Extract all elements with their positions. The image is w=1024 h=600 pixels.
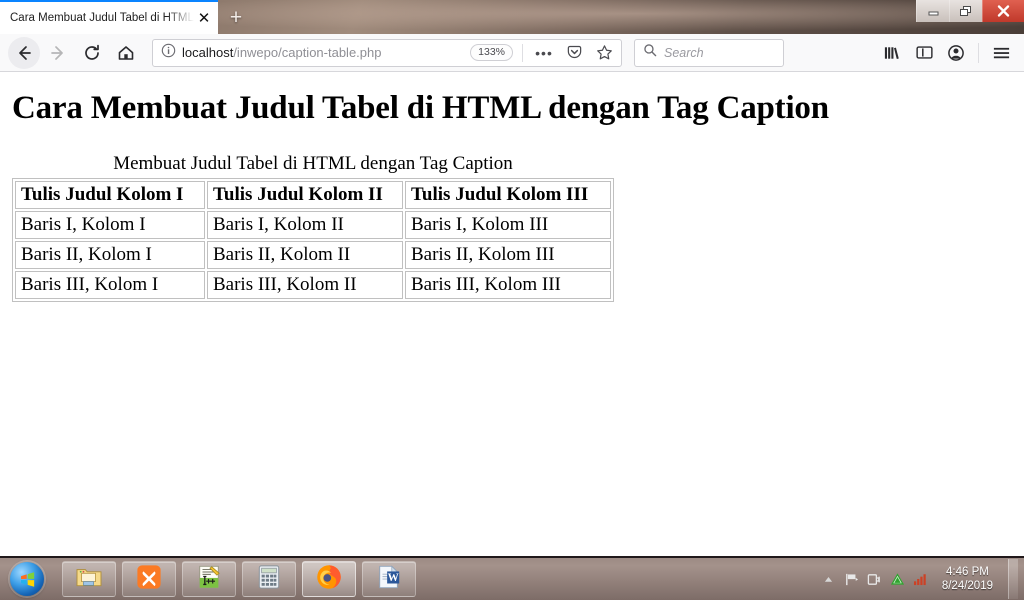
browser-tab[interactable]: Cara Membuat Judul Tabel di HTML ✕ (0, 0, 218, 34)
start-button[interactable] (4, 559, 50, 599)
toolbar-divider (522, 43, 523, 62)
url-path: /inwepo/caption-table.php (233, 45, 382, 60)
taskbar-item-word[interactable]: W (362, 561, 416, 597)
zoom-level-badge[interactable]: 133% (470, 44, 513, 61)
word-icon: W (376, 564, 402, 595)
table-body: Baris I, Kolom I Baris I, Kolom II Baris… (15, 211, 611, 299)
library-icon[interactable] (877, 38, 907, 68)
pocket-icon[interactable] (562, 41, 586, 65)
window-controls (916, 0, 1024, 22)
table-row: Baris III, Kolom I Baris III, Kolom II B… (15, 271, 611, 299)
info-icon[interactable] (161, 43, 176, 63)
taskbar-item-notepad-plus-plus[interactable] (182, 561, 236, 597)
windows-logo-icon (10, 562, 44, 596)
taskbar-item-file-explorer[interactable] (62, 561, 116, 597)
column-header-1: Tulis Judul Kolom I (15, 181, 205, 209)
green-triangle-icon[interactable] (890, 571, 906, 587)
back-button[interactable] (8, 36, 40, 69)
column-header-2: Tulis Judul Kolom II (207, 181, 403, 209)
table-head: Tulis Judul Kolom I Tulis Judul Kolom II… (15, 181, 611, 209)
system-tray: 4:46 PM 8/24/2019 (821, 559, 1024, 599)
search-icon (643, 43, 657, 62)
table-cell: Baris III, Kolom II (207, 271, 403, 299)
reload-button[interactable] (76, 37, 108, 69)
hamburger-menu-icon[interactable] (986, 38, 1016, 68)
search-input[interactable]: Search (664, 46, 704, 60)
close-icon[interactable]: ✕ (194, 8, 214, 28)
browser-window: Cara Membuat Judul Tabel di HTML ✕ + loc… (0, 0, 1024, 556)
windows-taskbar: W 4:46 PM 8/24/2019 (0, 556, 1024, 600)
address-bar[interactable]: localhost/inwepo/caption-table.php 133% … (152, 38, 622, 67)
account-icon[interactable] (941, 38, 971, 68)
page-title: Cara Membuat Judul Tabel di HTML dengan … (12, 90, 829, 126)
table-cell: Baris I, Kolom II (207, 211, 403, 239)
bookmark-star-icon[interactable] (592, 41, 616, 65)
url-text: localhost/inwepo/caption-table.php (182, 45, 464, 60)
taskbar-clock[interactable]: 4:46 PM 8/24/2019 (936, 565, 1001, 593)
tab-strip: Cara Membuat Judul Tabel di HTML ✕ + (0, 0, 1024, 34)
folder-icon (75, 565, 103, 594)
search-bar[interactable]: Search (634, 38, 784, 67)
table-cell: Baris I, Kolom I (15, 211, 205, 239)
clock-date: 8/24/2019 (941, 580, 993, 592)
table-cell: Baris I, Kolom III (405, 211, 611, 239)
taskbar-item-firefox[interactable] (302, 561, 356, 597)
network-signal-icon[interactable] (913, 571, 929, 587)
taskbar-buttons: W (62, 561, 416, 597)
table-header-row: Tulis Judul Kolom I Tulis Judul Kolom II… (15, 181, 611, 209)
clock-time: 4:46 PM (946, 566, 989, 578)
table-cell: Baris II, Kolom III (405, 241, 611, 269)
tab-title: Cara Membuat Judul Tabel di HTML (10, 12, 194, 24)
sidebar-icon[interactable] (909, 38, 939, 68)
column-header-3: Tulis Judul Kolom III (405, 181, 611, 209)
table-cell: Baris II, Kolom I (15, 241, 205, 269)
page-actions-icon[interactable]: ••• (532, 41, 556, 65)
show-desktop-button[interactable] (1008, 559, 1018, 599)
table-cell: Baris III, Kolom III (405, 271, 611, 299)
restore-button[interactable] (949, 0, 982, 22)
toolbar-right-icons (877, 38, 1016, 68)
show-hidden-icons-icon[interactable] (821, 571, 837, 587)
xampp-icon (136, 564, 162, 595)
caption-demo-table: Membuat Judul Tabel di HTML dengan Tag C… (12, 153, 614, 302)
power-plug-icon[interactable] (867, 571, 883, 587)
url-host: localhost (182, 45, 234, 60)
page-content: Cara Membuat Judul Tabel di HTML dengan … (0, 72, 1024, 552)
close-window-button[interactable] (982, 0, 1024, 22)
home-button[interactable] (110, 37, 142, 69)
table-row: Baris I, Kolom I Baris I, Kolom II Baris… (15, 211, 611, 239)
forward-button[interactable] (42, 37, 74, 69)
notepad-plus-plus-icon (196, 564, 222, 595)
toolbar-divider-right (978, 42, 979, 63)
table-cell: Baris II, Kolom II (207, 241, 403, 269)
taskbar-item-xampp[interactable] (122, 561, 176, 597)
navigation-toolbar: localhost/inwepo/caption-table.php 133% … (0, 34, 1024, 72)
minimize-button[interactable] (916, 0, 949, 22)
table-caption: Membuat Judul Tabel di HTML dengan Tag C… (113, 153, 513, 174)
svg-text:W: W (388, 572, 399, 584)
firefox-icon (315, 563, 343, 596)
new-tab-button[interactable]: + (218, 0, 254, 34)
action-center-flag-icon[interactable] (844, 571, 860, 587)
taskbar-item-calculator[interactable] (242, 561, 296, 597)
calculator-icon (257, 564, 281, 595)
table-cell: Baris III, Kolom I (15, 271, 205, 299)
table-row: Baris II, Kolom I Baris II, Kolom II Bar… (15, 241, 611, 269)
